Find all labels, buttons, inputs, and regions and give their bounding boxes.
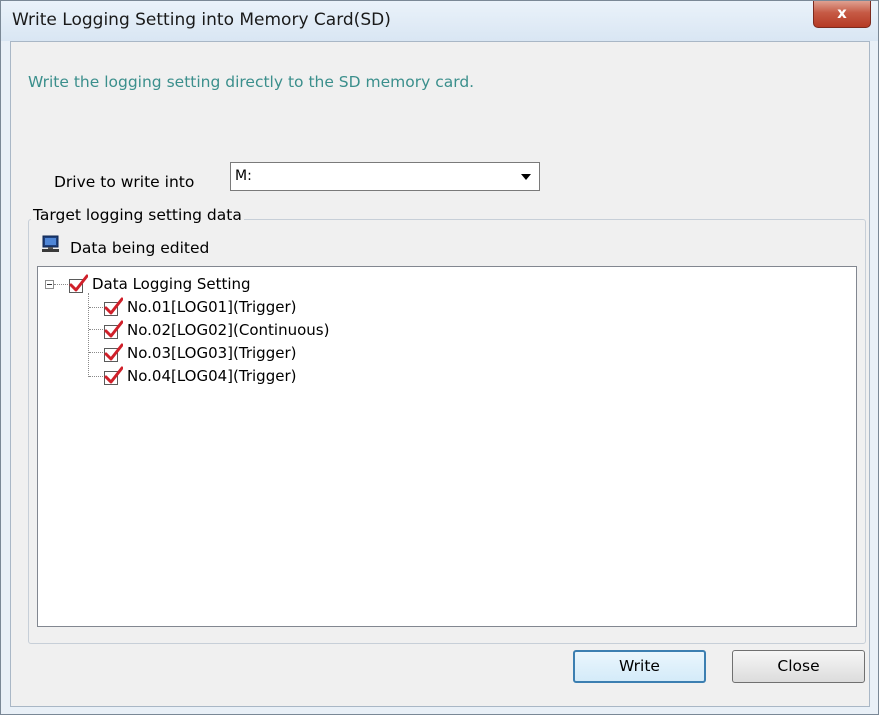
computer-icon xyxy=(42,235,59,252)
tree-connector xyxy=(89,329,103,330)
tree-connector xyxy=(89,307,103,308)
tree-connector xyxy=(89,352,103,353)
collapse-icon[interactable] xyxy=(45,280,54,289)
tree-item-label: No.01[LOG01](Trigger) xyxy=(127,298,297,316)
checkbox-checked-icon[interactable] xyxy=(103,366,123,386)
tree-item[interactable]: No.03[LOG03](Trigger) xyxy=(103,342,296,364)
tree-connector xyxy=(54,284,68,285)
dialog-window: Write Logging Setting into Memory Card(S… xyxy=(0,0,879,715)
tree-item[interactable]: No.02[LOG02](Continuous) xyxy=(103,319,329,341)
tree-item-label: No.04[LOG04](Trigger) xyxy=(127,367,297,385)
tree-item-root[interactable]: Data Logging Setting xyxy=(68,273,251,295)
dialog-body: Write the logging setting directly to th… xyxy=(10,41,870,707)
chevron-down-icon[interactable] xyxy=(521,174,531,180)
group-label: Target logging setting data xyxy=(31,206,244,224)
source-label: Data being edited xyxy=(70,239,210,257)
tree-item[interactable]: No.04[LOG04](Trigger) xyxy=(103,365,296,387)
tree-item-label: Data Logging Setting xyxy=(92,275,251,293)
checkbox-checked-icon[interactable] xyxy=(103,320,123,340)
checkbox-checked-icon[interactable] xyxy=(103,297,123,317)
settings-tree[interactable]: Data Logging Setting No.01[LOG01](Trigge… xyxy=(37,266,857,627)
checkbox-checked-icon[interactable] xyxy=(68,274,88,294)
window-title: Write Logging Setting into Memory Card(S… xyxy=(12,10,391,30)
description-text: Write the logging setting directly to th… xyxy=(28,73,475,91)
drive-label: Drive to write into xyxy=(54,173,195,191)
tree-connector xyxy=(88,293,89,377)
close-icon: x xyxy=(837,4,847,22)
title-bar[interactable]: Write Logging Setting into Memory Card(S… xyxy=(1,1,878,41)
drive-select[interactable]: M: xyxy=(230,162,540,191)
tree-connector xyxy=(89,376,103,377)
close-window-button[interactable]: x xyxy=(813,1,871,28)
checkbox-checked-icon[interactable] xyxy=(103,343,123,363)
write-button[interactable]: Write xyxy=(573,650,706,683)
tree-item[interactable]: No.01[LOG01](Trigger) xyxy=(103,296,296,318)
tree-item-label: No.02[LOG02](Continuous) xyxy=(127,321,330,339)
close-button[interactable]: Close xyxy=(732,650,865,683)
tree-item-label: No.03[LOG03](Trigger) xyxy=(127,344,297,362)
drive-select-value: M: xyxy=(235,168,252,184)
